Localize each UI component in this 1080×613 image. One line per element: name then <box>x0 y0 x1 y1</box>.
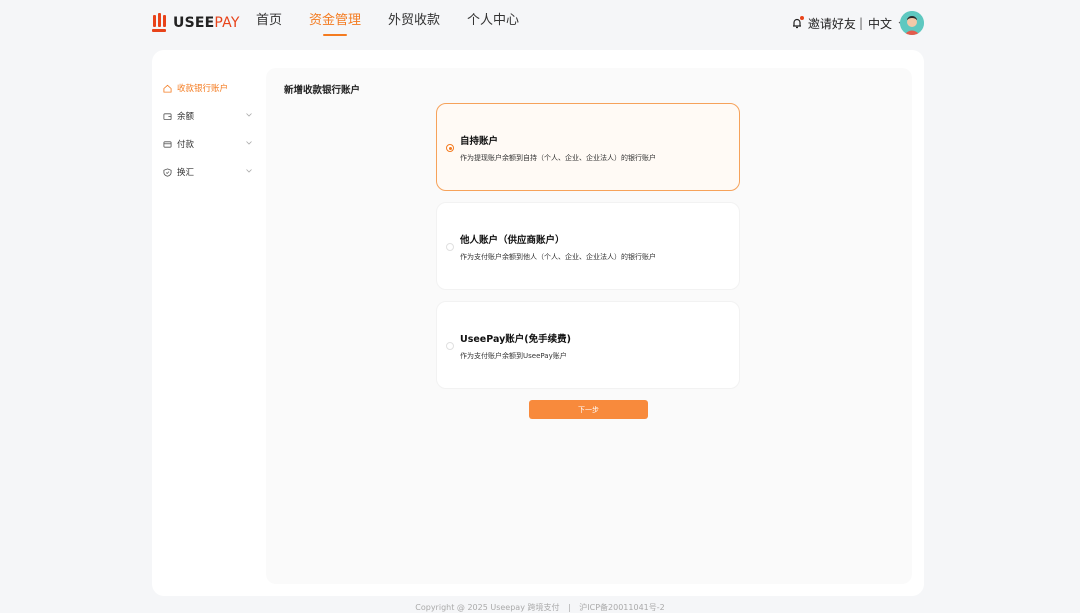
language-selector[interactable]: 中文 <box>868 15 892 32</box>
sidebar-item-balance[interactable]: 余额 <box>162 102 262 130</box>
radio-button[interactable] <box>446 144 454 152</box>
option-own-account[interactable]: 自持账户 作为提现账户余额到自持（个人、企业、企业法人）的银行账户 <box>436 103 740 191</box>
radio-button[interactable] <box>446 342 454 350</box>
sidebar-item-payment[interactable]: 付款 <box>162 130 262 158</box>
page-title: 新增收款银行账户 <box>284 85 361 96</box>
header-separator: | <box>858 16 863 30</box>
chevron-down-icon <box>246 167 252 175</box>
footer: Copyright @ 2025 Useepay 跨境支付 | 沪ICP备200… <box>0 602 1080 613</box>
option-useepay-account[interactable]: UseePay账户(免手续费) 作为支付账户余额到UseePay账户 <box>436 301 740 389</box>
nav-item-personal-center[interactable]: 个人中心 <box>467 12 519 34</box>
bell-icon[interactable] <box>791 16 804 29</box>
next-step-button[interactable]: 下一步 <box>529 400 648 419</box>
nav-item-fund-management[interactable]: 资金管理 <box>309 12 361 36</box>
option-third-party-account[interactable]: 他人账户（供应商账户） 作为支付账户余额到他人（个人、企业、企业法人）的银行账户 <box>436 202 740 290</box>
copyright-text: Copyright @ 2025 Useepay 跨境支付 <box>415 603 560 612</box>
avatar[interactable] <box>900 11 924 35</box>
shield-icon <box>162 167 172 177</box>
nav-item-home[interactable]: 首页 <box>256 12 282 34</box>
chevron-down-icon <box>246 111 252 119</box>
option-description: 作为提现账户余额到自持（个人、企业、企业法人）的银行账户 <box>460 154 656 162</box>
sidebar-item-label: 余额 <box>177 112 195 122</box>
option-description: 作为支付账户余额到他人（个人、企业、企业法人）的银行账户 <box>460 253 656 261</box>
nav-item-trade-collection[interactable]: 外贸收款 <box>388 12 440 34</box>
sidebar-item-label: 付款 <box>177 140 195 150</box>
invite-friends-link[interactable]: 邀请好友 <box>808 15 856 32</box>
main-nav: 首页 资金管理 外贸收款 个人中心 <box>256 12 546 36</box>
sidebar-item-label: 换汇 <box>177 168 195 178</box>
logo-mark-icon <box>152 13 170 33</box>
wallet-icon <box>162 111 172 121</box>
option-title: 自持账户 <box>460 136 499 147</box>
card-icon <box>162 139 172 149</box>
sidebar-item-label: 收款银行账户 <box>177 84 229 94</box>
radio-button[interactable] <box>446 243 454 251</box>
sidebar-item-receiving-bank-account[interactable]: 收款银行账户 <box>162 74 262 102</box>
sidebar: 收款银行账户 余额 付款 换汇 <box>162 74 262 186</box>
option-title: UseePay账户(免手续费) <box>460 334 571 345</box>
useepay-logo[interactable]: USEEPAY <box>152 13 240 33</box>
icp-link[interactable]: 沪ICP备20011041号-2 <box>579 603 664 612</box>
option-title: 他人账户（供应商账户） <box>460 235 565 246</box>
chevron-down-icon <box>246 139 252 147</box>
content-area: 新增收款银行账户 自持账户 作为提现账户余额到自持（个人、企业、企业法人）的银行… <box>266 68 912 584</box>
option-description: 作为支付账户余额到UseePay账户 <box>460 352 567 360</box>
main-panel: 收款银行账户 余额 付款 换汇 新增收款银行账户 自持账户 作为提现账户余额到自… <box>152 50 924 596</box>
sidebar-item-exchange[interactable]: 换汇 <box>162 158 262 186</box>
footer-separator: | <box>568 603 571 612</box>
logo-text: USEEPAY <box>173 15 240 31</box>
home-icon <box>162 83 172 93</box>
top-header: USEEPAY 首页 资金管理 外贸收款 个人中心 邀请好友 | 中文 <box>0 0 1080 46</box>
